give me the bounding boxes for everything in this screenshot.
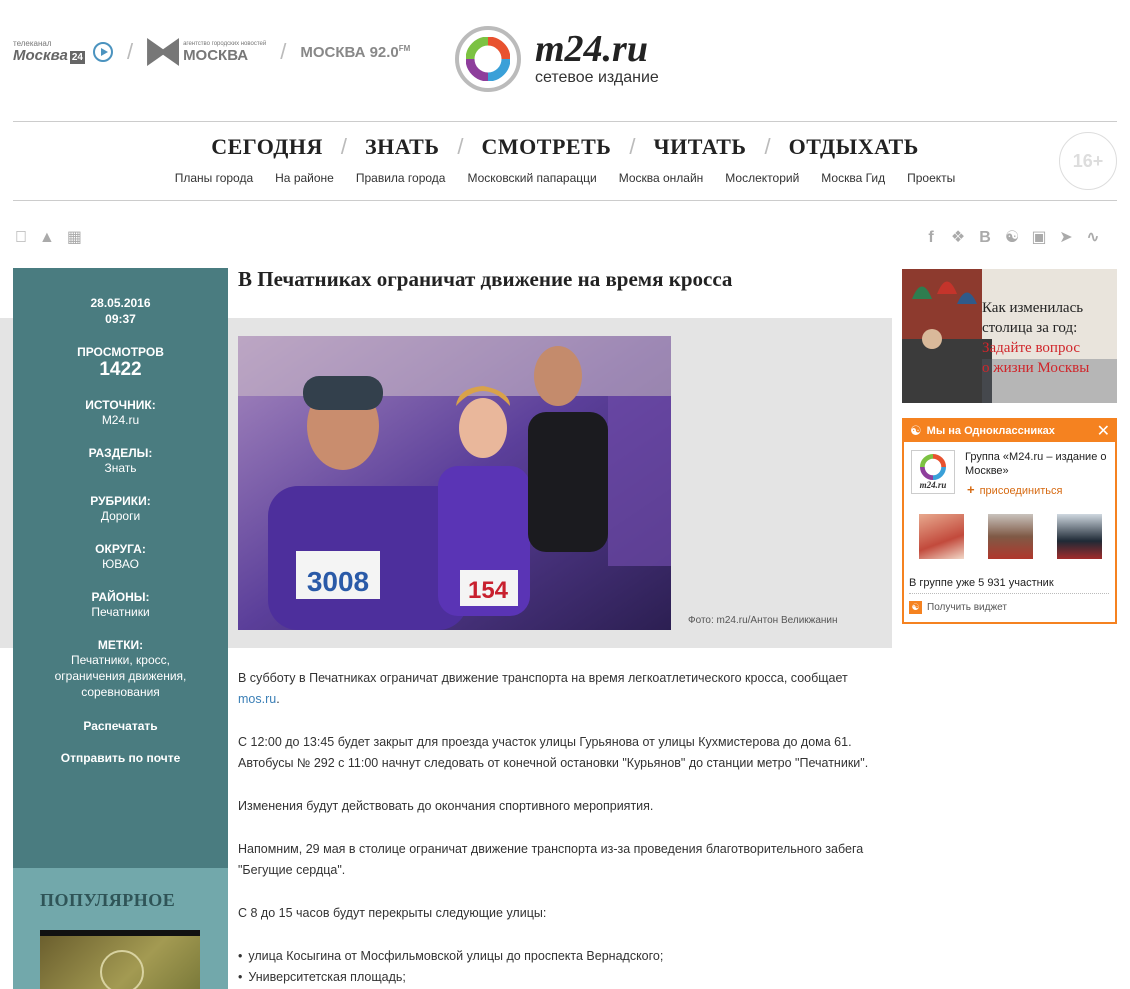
photo-caption: Фото: m24.ru/Антон Великжанин [688, 615, 838, 626]
print-link[interactable]: Распечатать [13, 719, 228, 733]
paragraph: Изменения будут действовать до окончания… [238, 799, 654, 813]
nav-read[interactable]: ЧИТАТЬ [653, 134, 746, 160]
promo-banner[interactable]: Как изменилась столица за год: Задайте в… [902, 269, 1117, 403]
avatar[interactable] [988, 514, 1033, 559]
article-photo[interactable]: 3008 154 [238, 336, 671, 630]
paragraph: С 12:00 до 13:45 будет закрыт для проезд… [238, 735, 869, 770]
areas-block: РАЙОНЫ: Печатники [13, 590, 228, 620]
facebook-icon[interactable]: f [922, 229, 940, 247]
source-block: ИСТОЧНИК: M24.ru [13, 398, 228, 428]
main-navigation: СЕГОДНЯ / ЗНАТЬ / СМОТРЕТЬ / ЧИТАТЬ / ОТ… [13, 121, 1117, 201]
logo-title: m24.ru [535, 28, 648, 70]
partner-links: телеканал Москва 24 / агентство городских… [13, 38, 410, 66]
ok-join-button[interactable]: + присоединиться [967, 482, 1062, 497]
list-item: Университетская площадь; [238, 967, 888, 988]
article-title: В Печатниках ограничат движение на время… [238, 267, 733, 291]
ok-group-name[interactable]: Группа «M24.ru – издание о Москве» [965, 450, 1110, 478]
play-icon[interactable] [92, 42, 113, 62]
nav-know[interactable]: ЗНАТЬ [365, 134, 439, 160]
tags-block: МЕТКИ: Печатники, кросс, ограничения дви… [13, 638, 228, 700]
rubrics-block: РУБРИКИ: Дороги [13, 494, 228, 524]
article-body: В субботу в Печатниках ограничат движени… [238, 668, 888, 988]
vk-icon[interactable]: B [976, 229, 994, 247]
nav-sub: Планы города На районе Правила города Мо… [13, 171, 1117, 185]
close-icon[interactable]: ✕ [1097, 421, 1110, 441]
views-count: 1422 [99, 359, 142, 380]
nav-main: СЕГОДНЯ / ЗНАТЬ / СМОТРЕТЬ / ЧИТАТЬ / ОТ… [211, 134, 919, 160]
section-link[interactable]: Знать [13, 460, 228, 476]
email-link[interactable]: Отправить по почте [13, 751, 228, 765]
odnoklassniki-icon: ☯ [910, 423, 922, 438]
ok-group-avatar[interactable]: m24.ru [911, 450, 955, 494]
odnoklassniki-widget: ☯ Мы на Одноклассниках ✕ m24.ru Группа «… [902, 418, 1117, 624]
tags-links[interactable]: Печатники, кросс, ограничения движения, … [43, 652, 198, 700]
android-icon[interactable]: ▲ [39, 229, 55, 247]
age-rating-badge: 16+ [1059, 132, 1117, 190]
rss-icon[interactable]: ∿ [1084, 229, 1102, 247]
sections-block: РАЗДЕЛЫ: Знать [13, 446, 228, 476]
publish-date: 28.05.2016 09:37 [90, 296, 151, 326]
nav-sub-item[interactable]: Проекты [907, 171, 955, 185]
nav-watch[interactable]: СМОТРЕТЬ [482, 134, 612, 160]
ok-member-avatars [919, 514, 1102, 559]
plus-icon: + [967, 482, 975, 497]
telegram-icon[interactable]: ➤ [1057, 229, 1075, 247]
nav-sub-item[interactable]: Москва Гид [821, 171, 885, 185]
nav-sub-item[interactable]: Москва онлайн [619, 171, 704, 185]
site-header: телеканал Москва 24 / агентство городских… [0, 0, 1130, 120]
districts-block: ОКРУГА: ЮВАО [13, 542, 228, 572]
agency-logo-icon [147, 38, 180, 66]
nav-sub-item[interactable]: Планы города [175, 171, 253, 185]
nav-sub-item[interactable]: На районе [275, 171, 334, 185]
list-item: улица Косыгина от Мосфильмовской улицы д… [238, 946, 888, 967]
avatar[interactable] [919, 514, 964, 559]
avatar[interactable] [1057, 514, 1102, 559]
apple-icon[interactable]:  [15, 229, 27, 247]
divider: / [280, 39, 287, 64]
odnoklassniki-icon[interactable]: ☯ [1003, 229, 1021, 247]
moskva-agency-link[interactable]: агентство городских новостей МОСКВА [147, 38, 266, 66]
rubric-link[interactable]: Дороги [13, 508, 228, 524]
ok-get-widget-link[interactable]: ☯ Получить виджет [909, 601, 1007, 614]
views-block: ПРОСМОТРОВ 1422 [13, 345, 228, 381]
nav-rest[interactable]: ОТДЫХАТЬ [789, 134, 919, 160]
paragraph: С 8 до 15 часов будут перекрыты следующи… [238, 906, 547, 920]
article-meta-sidebar: 28.05.2016 09:37 ПРОСМОТРОВ 1422 ИСТОЧНИ… [13, 268, 228, 868]
nav-sub-item[interactable]: Мослекторий [725, 171, 799, 185]
bib-number: 154 [468, 577, 509, 604]
odnoklassniki-icon: ☯ [909, 601, 922, 614]
moskva24-tv-link[interactable]: телеканал Москва 24 [13, 39, 85, 66]
app-store-icons:  ▲ ▦ [15, 229, 82, 247]
bib-number: 3008 [307, 566, 369, 597]
popular-thumbnail[interactable] [40, 930, 200, 989]
nav-today[interactable]: СЕГОДНЯ [211, 134, 323, 160]
logo-subtitle: сетевое издание [535, 69, 659, 86]
logo-ring-icon [455, 26, 521, 92]
moskva-fm-link[interactable]: МОСКВА 92.0FM [300, 44, 410, 61]
nav-sub-item[interactable]: Московский папарацци [467, 171, 596, 185]
ok-member-count: В группе уже 5 931 участник [909, 577, 1109, 594]
nav-sub-item[interactable]: Правила города [356, 171, 446, 185]
source-link-mos[interactable]: mos.ru [238, 692, 276, 706]
social-icons: f ❖ B ☯ ▣ ➤ ∿ [922, 229, 1102, 247]
ok-widget-header: ☯ Мы на Одноклассниках ✕ [904, 420, 1115, 442]
source-link[interactable]: M24.ru [13, 412, 228, 428]
divider: / [126, 39, 134, 64]
popular-block: ПОПУЛЯРНОЕ [13, 868, 228, 989]
popular-title: ПОПУЛЯРНОЕ [40, 890, 176, 910]
windows-icon[interactable]: ▦ [67, 229, 82, 247]
area-link[interactable]: Печатники [13, 604, 228, 620]
instagram-icon[interactable]: ▣ [1030, 229, 1048, 247]
paragraph: Напомним, 29 мая в столице ограничат дви… [238, 842, 864, 877]
district-link[interactable]: ЮВАО [13, 556, 228, 572]
paragraph: В субботу в Печатниках ограничат движени… [238, 671, 848, 706]
site-logo[interactable]: m24.ru сетевое издание [455, 26, 659, 92]
street-list: улица Косыгина от Мосфильмовской улицы д… [238, 946, 888, 988]
twitter-icon[interactable]: ❖ [949, 229, 967, 247]
